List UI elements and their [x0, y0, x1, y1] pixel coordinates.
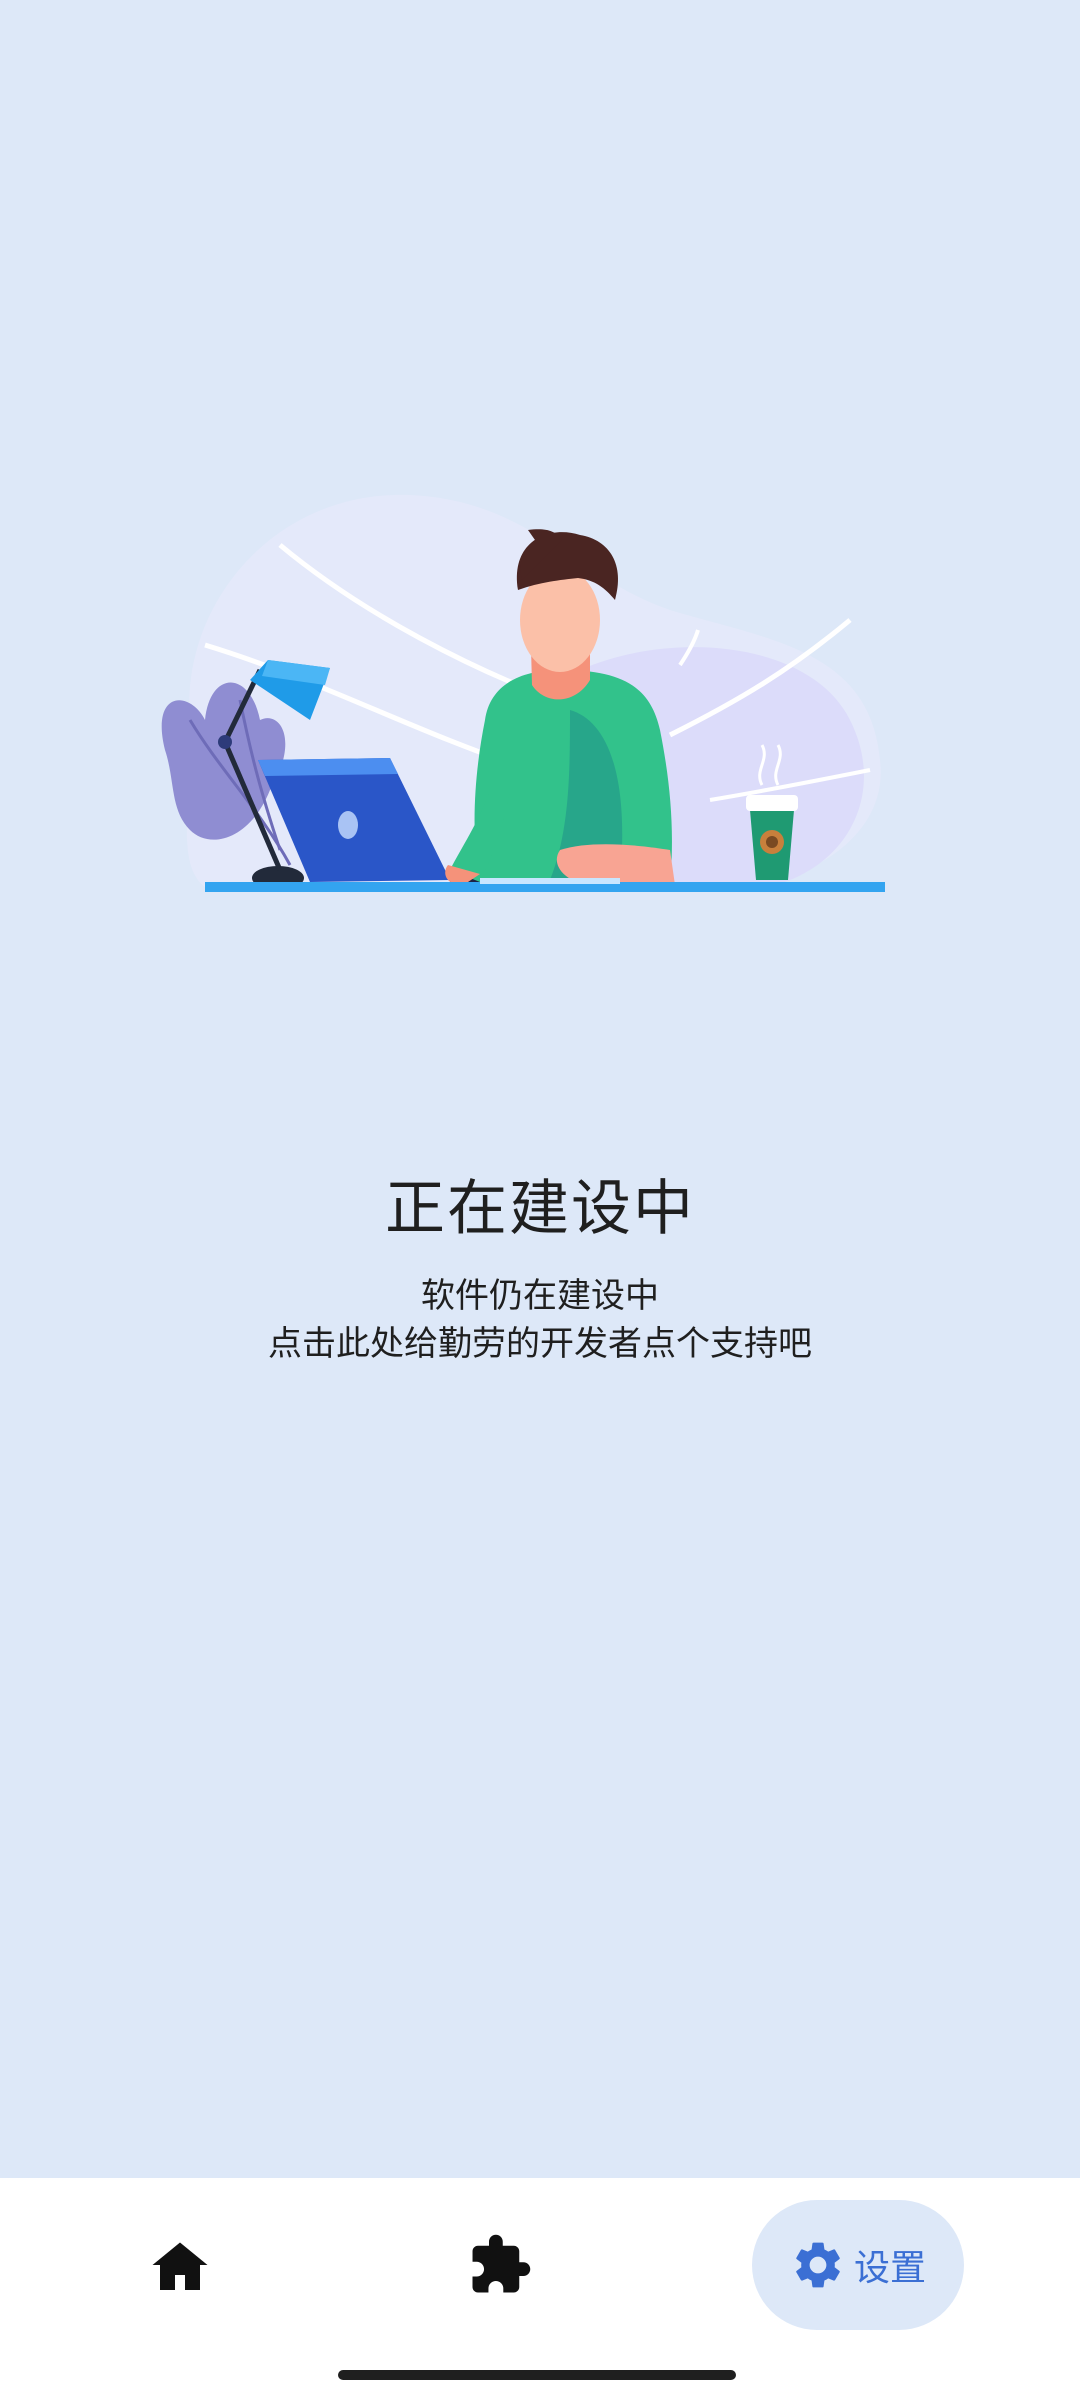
subtitle-line-1: 软件仍在建设中 [421, 1276, 659, 1316]
subtitle-line-2: 点击此处给勤劳的开发者点个支持吧 [268, 1324, 812, 1364]
nav-settings-label: 设置 [853, 2248, 926, 2289]
nav-item-plugins[interactable] [440, 2200, 560, 2330]
home-gesture-bar[interactable] [338, 2370, 736, 2380]
support-developer-link[interactable]: 软件仍在建设中 点击此处给勤劳的开发者点个支持吧 [0, 1272, 1080, 1368]
puzzle-icon [472, 2234, 531, 2293]
bottom-navigation-bar: 设置 [0, 2178, 1080, 2400]
nav-item-home[interactable] [120, 2200, 240, 2330]
gear-icon [796, 2242, 840, 2288]
nav-item-settings[interactable]: 设置 [752, 2200, 964, 2330]
home-icon [152, 2242, 208, 2290]
page-title: 正在建设中 [385, 1174, 695, 1244]
page: 正在建设中 软件仍在建设中 点击此处给勤劳的开发者点个支持吧 [0, 0, 1080, 2400]
under-construction-illustration [161, 494, 885, 892]
